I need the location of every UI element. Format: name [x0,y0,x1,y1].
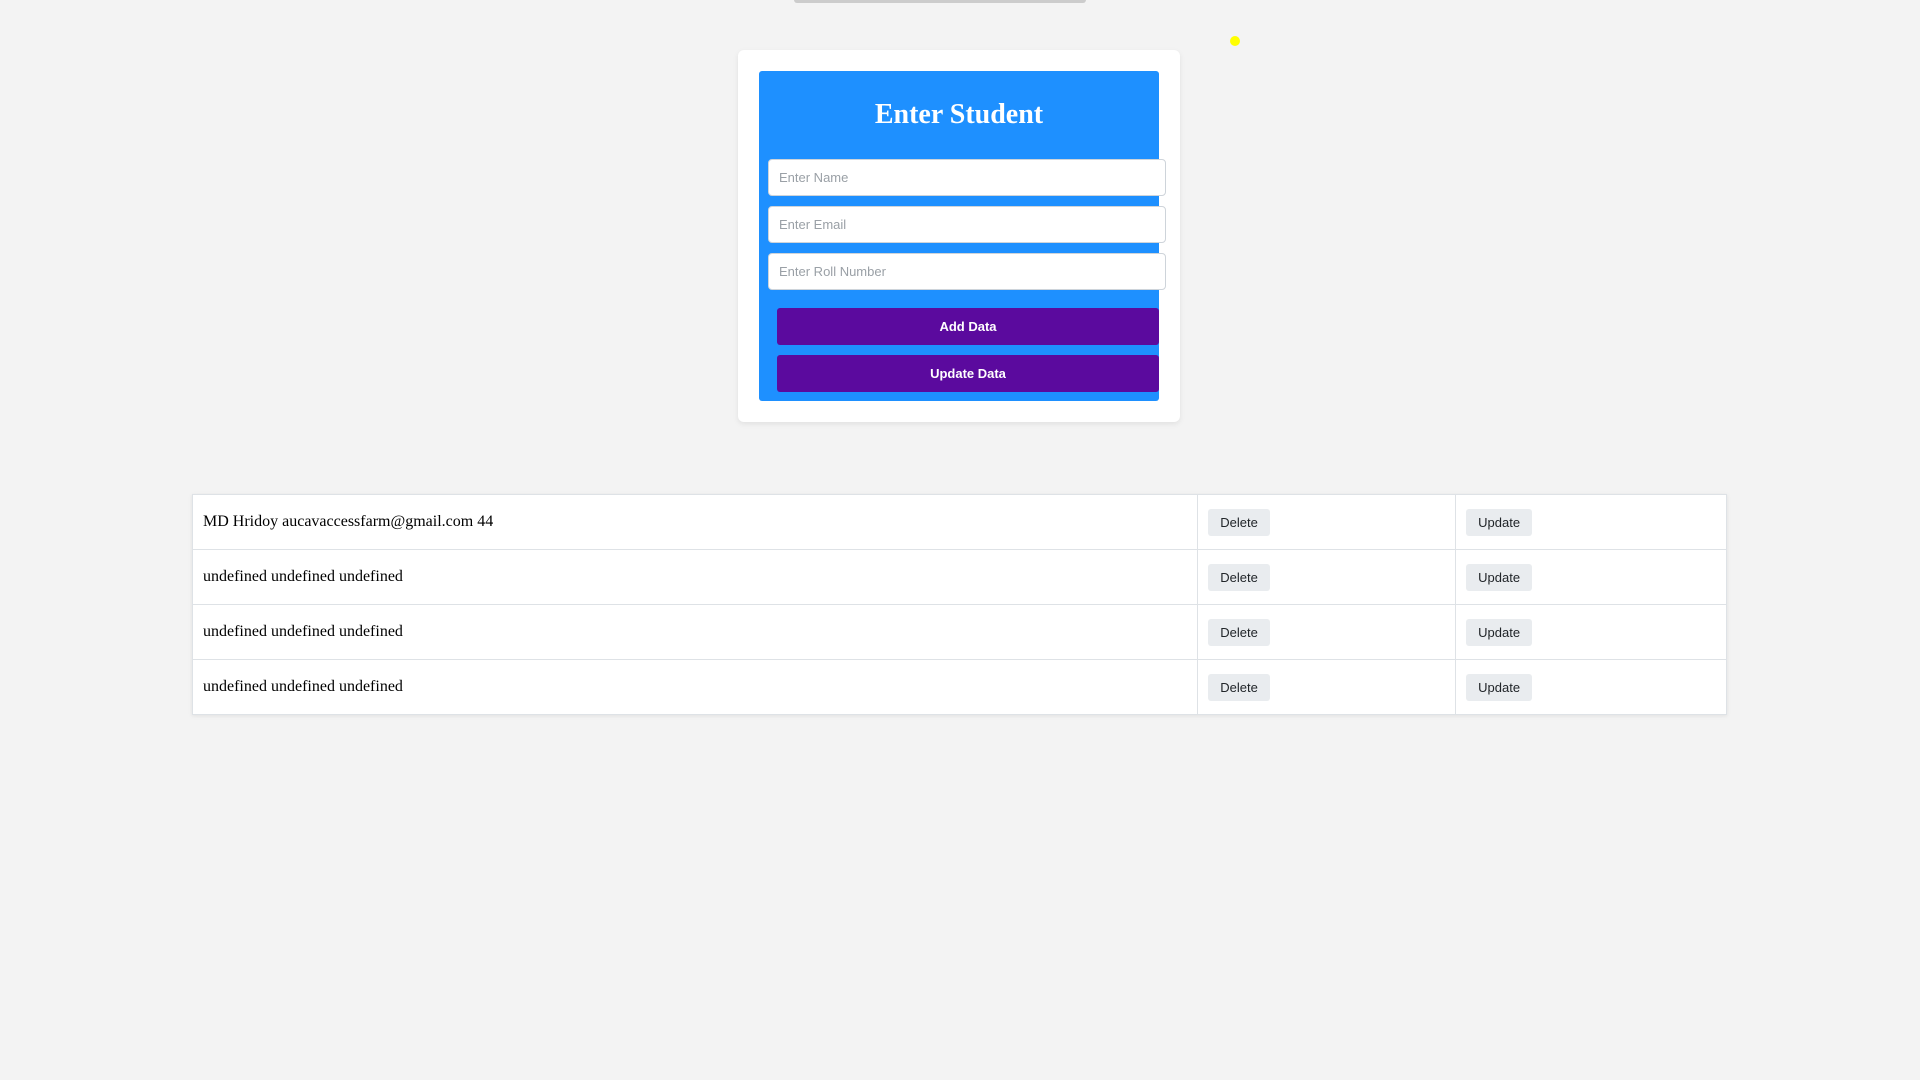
update-cell: Update [1456,550,1727,605]
delete-button[interactable]: Delete [1208,564,1270,591]
student-info-cell: MD Hridoy aucavaccessfarm@gmail.com 44 [193,495,1198,550]
update-button[interactable]: Update [1466,674,1532,701]
delete-button[interactable]: Delete [1208,509,1270,536]
delete-button[interactable]: Delete [1208,619,1270,646]
table-row: undefined undefined undefined Delete Updat… [193,605,1727,660]
student-info-cell: undefined undefined undefined [193,605,1198,660]
button-container: Add Data Update Data [768,300,1150,392]
name-input[interactable] [768,159,1166,196]
student-info-cell: undefined undefined undefined [193,550,1198,605]
table-row: MD Hridoy aucavaccessfarm@gmail.com 44 De… [193,495,1727,550]
top-indicator [794,0,1086,3]
student-form-card: Enter Student Add Data Update Data [738,50,1180,422]
update-button[interactable]: Update [1466,619,1532,646]
table-row: undefined undefined undefined Delete Updat… [193,660,1727,715]
update-cell: Update [1456,495,1727,550]
yellow-badge [1230,36,1240,46]
delete-cell: Delete [1198,660,1456,715]
update-data-button[interactable]: Update Data [777,355,1159,392]
delete-cell: Delete [1198,550,1456,605]
student-table: MD Hridoy aucavaccessfarm@gmail.com 44 De… [192,494,1727,715]
delete-button[interactable]: Delete [1208,674,1270,701]
roll-input[interactable] [768,253,1166,290]
add-data-button[interactable]: Add Data [777,308,1159,345]
update-button[interactable]: Update [1466,509,1532,536]
student-form-inner: Enter Student Add Data Update Data [759,71,1159,401]
update-cell: Update [1456,660,1727,715]
update-cell: Update [1456,605,1727,660]
student-info-cell: undefined undefined undefined [193,660,1198,715]
delete-cell: Delete [1198,495,1456,550]
delete-cell: Delete [1198,605,1456,660]
table-row: undefined undefined undefined Delete Updat… [193,550,1727,605]
email-input[interactable] [768,206,1166,243]
update-button[interactable]: Update [1466,564,1532,591]
form-title: Enter Student [768,99,1150,131]
